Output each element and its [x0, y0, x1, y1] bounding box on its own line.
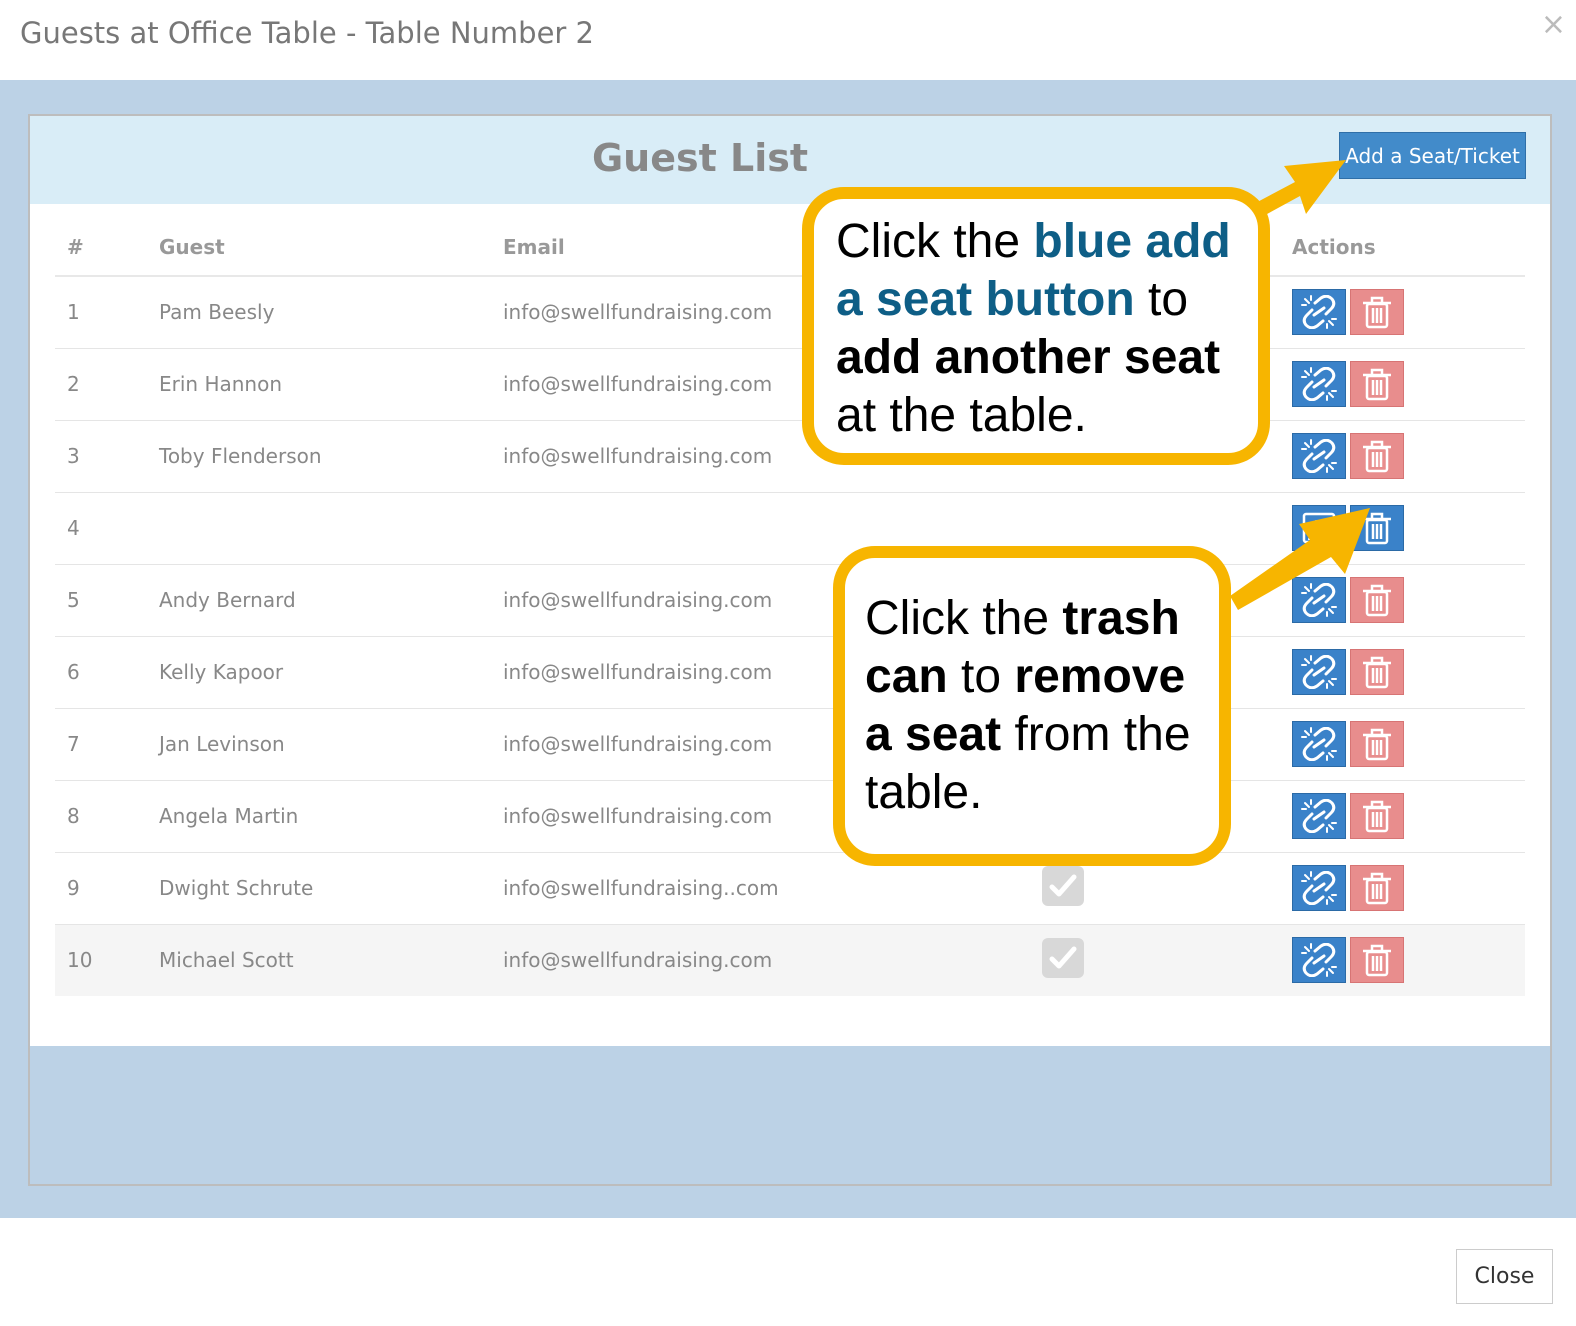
check-icon[interactable] — [1042, 937, 1084, 978]
actions-cell — [1280, 419, 1525, 492]
guest-name: Andy Bernard — [147, 563, 491, 636]
actions-cell — [1280, 275, 1525, 348]
panel-heading: Guest List Add a Seat/Ticket — [30, 116, 1550, 204]
delete-seat-button[interactable] — [1350, 289, 1404, 336]
guest-name: Toby Flenderson — [147, 419, 491, 492]
row-number: 2 — [55, 347, 147, 420]
close-button[interactable]: Close — [1456, 1249, 1553, 1304]
callout-trash-text-3: to — [947, 650, 1015, 703]
actions-cell — [1280, 923, 1525, 996]
guest-name: Dwight Schrute — [147, 851, 491, 924]
guest-list-panel: Guest List Add a Seat/Ticket # Guest Ema… — [28, 114, 1552, 1186]
actions-cell — [1280, 779, 1525, 852]
callout-add-seat: Click the blue add a seat button to add … — [802, 187, 1270, 465]
delete-seat-button[interactable] — [1350, 721, 1404, 767]
table-row: 5 Andy Bernard info@swellfundraising.com — [55, 563, 1525, 636]
actions-cell — [1280, 635, 1525, 708]
row-number: 7 — [55, 707, 147, 780]
unassign-guest-button[interactable] — [1292, 289, 1346, 336]
table-row: 10 Michael Scott info@swellfundraising.com — [55, 923, 1525, 996]
guest-name: Pam Beesly — [147, 275, 491, 348]
row-number: 6 — [55, 635, 147, 708]
checkin-cell — [1036, 923, 1280, 996]
unassign-guest-button[interactable] — [1292, 649, 1346, 695]
delete-seat-button[interactable] — [1350, 937, 1404, 984]
delete-seat-button[interactable] — [1350, 505, 1404, 551]
row-number: 3 — [55, 419, 147, 492]
delete-seat-button[interactable] — [1350, 649, 1404, 695]
unassign-guest-button[interactable] — [1292, 937, 1346, 984]
unassign-guest-button[interactable] — [1292, 433, 1346, 479]
column-header-actions: Actions — [1280, 218, 1525, 277]
unassign-guest-button[interactable] — [1292, 865, 1346, 911]
row-number: 8 — [55, 779, 147, 852]
delete-seat-button[interactable] — [1350, 361, 1404, 407]
callout-add-text-5: at the table. — [836, 389, 1087, 442]
table-row: 3 Toby Flenderson info@swellfundraising.co… — [55, 419, 1525, 492]
unassign-guest-button[interactable] — [1292, 577, 1346, 623]
guest-name: Angela Martin — [147, 779, 491, 852]
modal-title: Guests at Office Table - Table Number 2 — [20, 16, 594, 50]
actions-cell — [1280, 707, 1525, 780]
unassign-guest-button[interactable] — [1292, 721, 1346, 767]
panel-title: Guest List — [591, 136, 809, 180]
guest-name: Kelly Kapoor — [147, 635, 491, 708]
check-icon[interactable] — [1042, 865, 1084, 906]
callout-trash-text-1: Click the — [865, 592, 1063, 645]
actions-cell — [1280, 347, 1525, 420]
unassign-guest-button[interactable] — [1292, 361, 1346, 407]
guest-name: Jan Levinson — [147, 707, 491, 780]
column-header-num: # — [55, 218, 147, 277]
delete-seat-button[interactable] — [1350, 433, 1404, 479]
row-number: 1 — [55, 275, 147, 348]
table-row: 2 Erin Hannon info@swellfundraising.com — [55, 347, 1525, 420]
table-row: 4 — [55, 491, 1525, 564]
guest-table: # Guest Email Actions 1 Pam Beesly info@sw… — [55, 218, 1525, 996]
add-seat-button[interactable]: Add a Seat/Ticket — [1339, 132, 1526, 179]
table-row: 9 Dwight Schrute info@swellfundraising..co… — [55, 851, 1525, 924]
callout-add-text-3: to — [1134, 273, 1189, 326]
row-number: 4 — [55, 491, 147, 564]
actions-cell — [1280, 491, 1525, 564]
table-row: 1 Pam Beesly info@swellfundraising.com — [55, 275, 1525, 348]
guest-rows: 1 Pam Beesly info@swellfundraising.com 2 Eri… — [55, 275, 1525, 996]
modal-body: Guest List Add a Seat/Ticket # Guest Ema… — [0, 80, 1576, 1218]
row-number: 5 — [55, 563, 147, 636]
table-row: 8 Angela Martin info@swellfundraising.com — [55, 779, 1525, 852]
callout-add-text-1: Click the — [836, 215, 1034, 268]
panel-footer — [30, 1046, 1550, 1184]
close-icon[interactable]: × — [1541, 10, 1566, 40]
callout-remove-seat: Click the trash can to remove a seat fro… — [833, 546, 1231, 866]
actions-cell — [1280, 851, 1525, 924]
guest-modal: Guests at Office Table - Table Number 2 … — [0, 0, 1576, 1326]
table-header-row: # Guest Email Actions — [55, 218, 1525, 277]
row-number: 10 — [55, 923, 147, 996]
modal-header: Guests at Office Table - Table Number 2 … — [0, 0, 1576, 80]
modal-footer: Close — [0, 1218, 1576, 1326]
panel-content: # Guest Email Actions 1 Pam Beesly info@sw… — [30, 204, 1550, 1046]
delete-seat-button[interactable] — [1350, 793, 1404, 839]
assign-guest-button[interactable] — [1292, 505, 1346, 551]
table-row: 6 Kelly Kapoor info@swellfundraising.com — [55, 635, 1525, 708]
unassign-guest-button[interactable] — [1292, 793, 1346, 839]
callout-add-text-4: add another seat — [836, 331, 1221, 384]
guest-name: Michael Scott — [147, 923, 491, 996]
delete-seat-button[interactable] — [1350, 577, 1404, 623]
column-header-guest: Guest — [147, 218, 491, 277]
guest-name — [147, 491, 491, 564]
guest-email: info@swellfundraising.com — [491, 923, 1036, 996]
delete-seat-button[interactable] — [1350, 865, 1404, 911]
row-number: 9 — [55, 851, 147, 924]
guest-name: Erin Hannon — [147, 347, 491, 420]
table-row: 7 Jan Levinson info@swellfundraising.com — [55, 707, 1525, 780]
actions-cell — [1280, 563, 1525, 636]
